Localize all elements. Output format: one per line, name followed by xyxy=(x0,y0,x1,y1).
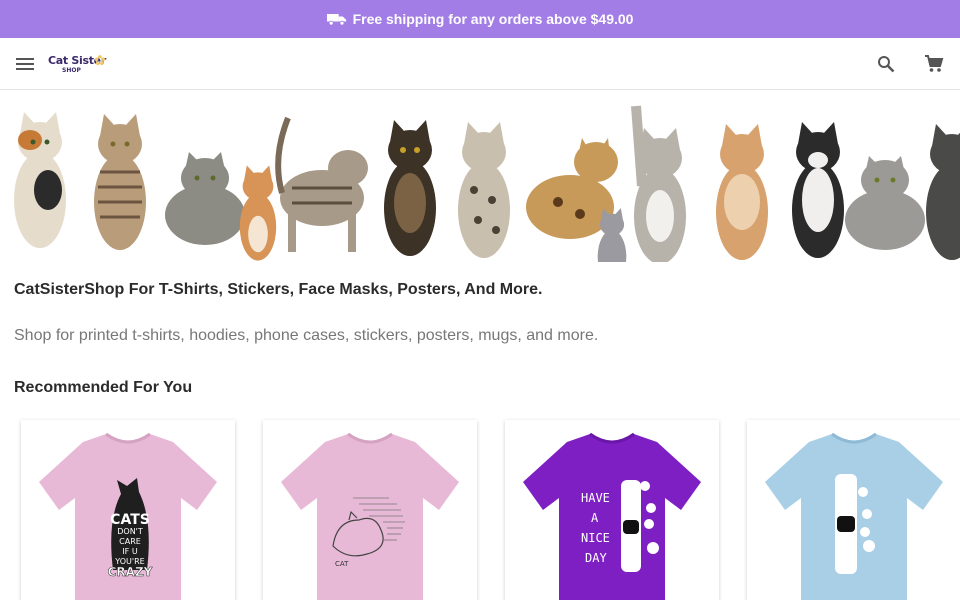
cart-button[interactable] xyxy=(922,52,946,76)
site-header: Cat Sister SHOP ✿ xyxy=(0,38,960,90)
site-logo[interactable]: Cat Sister SHOP ✿ xyxy=(48,52,108,78)
truck-icon xyxy=(326,14,346,26)
svg-text:IF U: IF U xyxy=(122,547,138,556)
svg-text:DAY: DAY xyxy=(585,551,607,565)
svg-text:CRAZY: CRAZY xyxy=(108,565,153,579)
page-subheadline: Shop for printed t-shirts, hoodies, phon… xyxy=(14,327,599,344)
promo-banner: Free shipping for any orders above $49.0… xyxy=(0,0,960,38)
svg-text:CARE: CARE xyxy=(119,537,141,546)
page-headline: CatSisterShop For T-Shirts, Stickers, Fa… xyxy=(14,281,543,298)
logo-subtext: SHOP xyxy=(62,67,81,74)
flower-icon: ✿ xyxy=(94,52,106,68)
svg-text:DON'T: DON'T xyxy=(117,527,143,536)
tshirt-image: CATS DON'T CARE IF U YOU'RE CRAZY xyxy=(39,432,217,600)
tshirt-image: CAT xyxy=(281,432,459,600)
product-card[interactable]: CAT xyxy=(263,420,477,600)
menu-button[interactable] xyxy=(12,52,38,76)
svg-text:NICE: NICE xyxy=(581,531,610,545)
recommended-title: Recommended For You xyxy=(14,379,193,396)
svg-text:A: A xyxy=(591,511,599,525)
tshirt-image xyxy=(765,432,943,600)
search-button[interactable] xyxy=(874,52,898,76)
cart-icon xyxy=(925,55,944,72)
cats-illustration xyxy=(14,105,960,262)
svg-text:HAVE: HAVE xyxy=(581,491,610,505)
hero-banner-image xyxy=(0,90,960,262)
promo-text: Free shipping for any orders above $49.0… xyxy=(352,11,634,27)
product-card[interactable] xyxy=(747,420,960,600)
svg-text:CATS: CATS xyxy=(110,512,150,528)
svg-text:CAT: CAT xyxy=(335,560,349,568)
search-icon xyxy=(878,56,895,73)
product-card[interactable]: HAVE A NICE DAY xyxy=(505,420,719,600)
product-card[interactable]: CATS DON'T CARE IF U YOU'RE CRAZY xyxy=(21,420,235,600)
tshirt-image: HAVE A NICE DAY xyxy=(523,432,701,600)
menu-icon xyxy=(16,58,34,70)
